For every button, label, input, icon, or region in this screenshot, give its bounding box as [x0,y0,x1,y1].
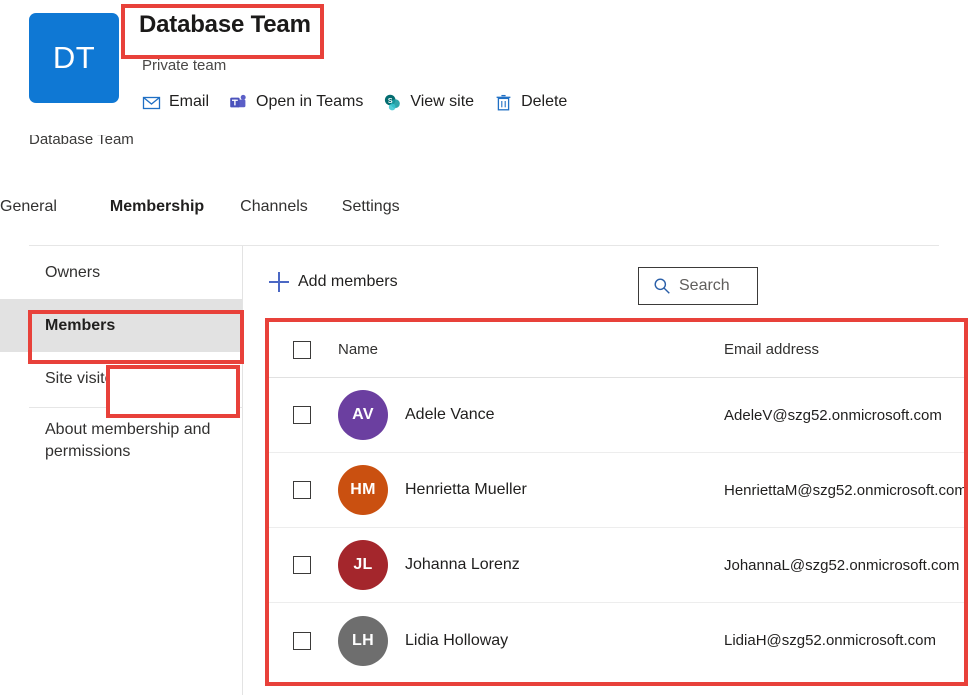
avatar: LH [338,615,388,666]
member-email: HenriettaM@szg52.onmicrosoft.com [724,481,967,499]
sidebar-item-site-visitors[interactable]: Site visitors [0,352,242,405]
row-select-cell [266,481,338,499]
member-name: Johanna Lorenz [405,556,520,573]
delete-button-label: Delete [521,93,568,110]
row-checkbox[interactable] [293,481,311,499]
email-button[interactable]: Email [142,88,209,116]
tab-general[interactable]: General [0,186,57,216]
avatar-initials: JL [353,556,373,573]
view-site-button[interactable]: S View site [383,88,474,116]
row-checkbox[interactable] [293,631,311,650]
sharepoint-icon: S [383,93,402,112]
column-header-name[interactable]: Name [338,341,724,358]
sidebar-item-about-membership[interactable]: About membership and permissions [0,405,242,463]
team-avatar-initials: DT [52,40,96,75]
avatar: HM [338,465,388,515]
tab-settings[interactable]: Settings [342,186,400,216]
command-bar: Email Open in Teams S View site Delete [142,88,587,116]
member-name: Adele Vance [405,406,495,423]
view-site-button-label: View site [410,93,475,110]
sidebar-item-site-visitors-label: Site visitors [45,369,127,387]
sidebar-item-members[interactable]: Members [0,299,242,352]
team-header: DT Database Team Private team Email Open… [0,0,968,170]
svg-text:S: S [388,98,393,105]
row-select-cell [266,406,338,424]
search-input[interactable] [679,277,757,295]
member-email: AdeleV@szg52.onmicrosoft.com [724,406,942,424]
trash-icon [494,93,513,112]
tab-membership[interactable]: Membership [110,186,204,216]
delete-button[interactable]: Delete [494,88,567,116]
row-select-cell [266,556,338,574]
membership-sidebar: Owners Members Site visitors About membe… [0,246,243,695]
member-name: Lidia Holloway [405,631,509,649]
member-email: JohannaL@szg52.onmicrosoft.com [724,556,960,574]
avatar-initials: AV [352,406,374,423]
member-name-cell: LH Lidia Holloway [338,615,724,666]
avatar: AV [338,390,388,440]
sidebar-item-members-label: Members [45,316,116,334]
table-row[interactable]: LH Lidia Holloway LidiaH@szg52.onmicroso… [266,603,968,678]
add-members-button-label: Add members [298,273,398,290]
team-avatar: DT [29,13,119,103]
team-privacy-label: Private team [142,57,227,74]
open-in-teams-button[interactable]: Open in Teams [229,88,363,116]
tab-channels[interactable]: Channels [240,186,308,216]
member-name: Henrietta Mueller [405,481,527,498]
email-button-label: Email [169,93,210,110]
table-header-row: Name Email address [266,322,968,378]
members-table: Name Email address AV Adele Vance AdeleV… [266,322,968,678]
member-email: LidiaH@szg52.onmicrosoft.com [724,632,936,649]
member-name-cell: JL Johanna Lorenz [338,540,724,590]
teams-icon [229,93,248,112]
avatar-initials: HM [350,481,376,498]
sidebar-item-about-membership-label: About membership and permissions [45,421,211,460]
select-all-checkbox[interactable] [293,340,311,359]
members-toolbar: Add members [244,246,968,318]
search-box[interactable] [638,267,758,305]
sidebar-divider [29,407,243,408]
team-name-subtitle: Database Team [29,131,134,148]
member-name-cell: HM Henrietta Mueller [338,465,724,515]
tab-bar: General Membership Channels Settings [0,186,968,418]
sidebar-item-owners[interactable]: Owners [0,246,242,299]
table-row[interactable]: HM Henrietta Mueller HenriettaM@szg52.on… [266,453,968,528]
members-pane: Add members Name Email address AV Adele … [244,246,968,695]
search-icon [653,277,671,295]
row-checkbox[interactable] [293,406,311,424]
select-all-cell [266,340,338,359]
open-in-teams-button-label: Open in Teams [256,93,364,110]
add-members-button[interactable]: Add members [269,272,398,292]
table-row[interactable]: JL Johanna Lorenz JohannaL@szg52.onmicro… [266,528,968,603]
plus-icon [269,272,289,292]
row-select-cell [266,631,338,650]
envelope-icon [142,93,161,112]
row-checkbox[interactable] [293,556,311,574]
page-title: Database Team [139,11,311,38]
avatar-initials: LH [352,631,374,649]
member-name-cell: AV Adele Vance [338,390,724,440]
column-header-email[interactable]: Email address [724,341,968,358]
avatar: JL [338,540,388,590]
sidebar-item-owners-label: Owners [45,263,101,281]
table-row[interactable]: AV Adele Vance AdeleV@szg52.onmicrosoft.… [266,378,968,453]
